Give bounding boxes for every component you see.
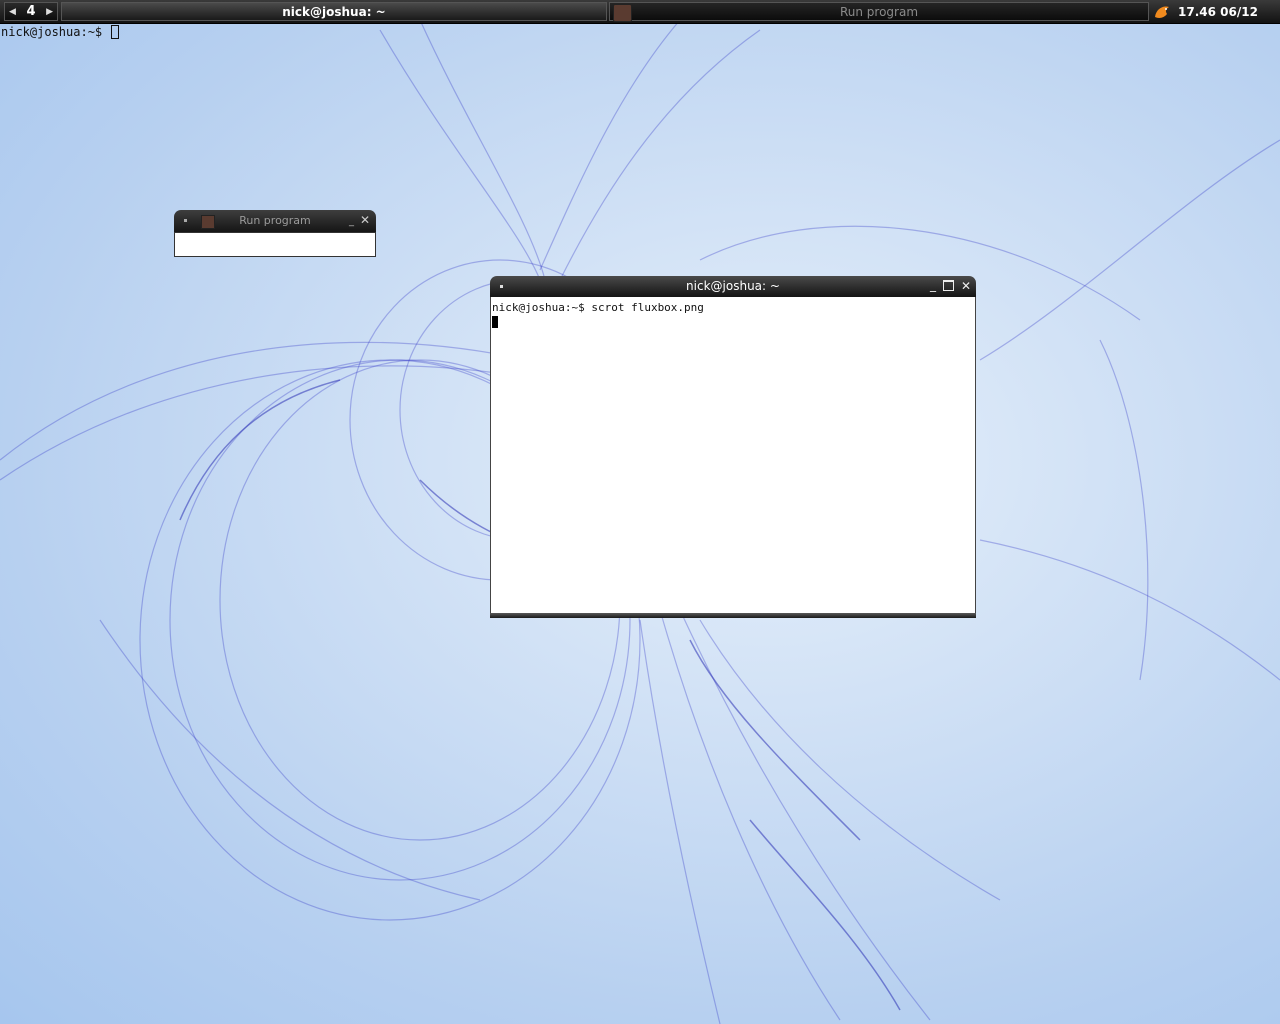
terminal-titlebar[interactable]: nick@joshua: ~ _ ✕ xyxy=(490,276,976,297)
run-program-dialog: Run program _ ✕ xyxy=(174,210,376,257)
run-program-titlebar[interactable]: Run program _ ✕ xyxy=(174,210,376,232)
next-workspace-button[interactable]: ▶ xyxy=(46,7,53,17)
task-terminal-label: nick@joshua: ~ xyxy=(282,4,386,19)
task-run-program-label: Run program xyxy=(839,4,919,19)
prev-workspace-button[interactable]: ◀ xyxy=(9,7,16,17)
task-terminal[interactable]: nick@joshua: ~ xyxy=(61,2,607,21)
tray-app-icon[interactable] xyxy=(1152,3,1172,21)
clock: 17.46 06/12 xyxy=(1178,4,1258,19)
desktop-prompt-text: nick@joshua:~$ xyxy=(1,25,103,39)
resize-handle[interactable] xyxy=(490,613,976,618)
run-program-title: Run program xyxy=(239,214,311,227)
system-tray: 17.46 06/12 xyxy=(1152,2,1276,21)
workspace-number: 4 xyxy=(26,4,36,19)
run-command-input[interactable] xyxy=(174,232,376,257)
terminal-line: nick@joshua:~$ scrot fluxbox.png xyxy=(492,301,704,314)
minimize-button[interactable]: _ xyxy=(349,216,354,227)
terminal-body[interactable]: nick@joshua:~$ scrot fluxbox.png xyxy=(490,297,976,613)
close-button[interactable]: ✕ xyxy=(360,213,370,227)
task-run-program[interactable]: Run program xyxy=(609,2,1149,22)
minimize-button[interactable]: _ xyxy=(930,278,936,292)
desktop-cursor xyxy=(111,25,120,39)
terminal-window: nick@joshua: ~ _ ✕ nick@joshua:~$ scrot … xyxy=(490,276,976,618)
terminal-title: nick@joshua: ~ xyxy=(686,279,780,293)
maximize-button[interactable] xyxy=(943,280,954,291)
workspace-switcher: ◀ 4 ▶ xyxy=(4,2,58,21)
desktop-terminal-prompt[interactable]: nick@joshua:~$ xyxy=(1,25,120,39)
terminal-cursor xyxy=(492,316,498,328)
run-program-icon xyxy=(613,4,632,22)
close-button[interactable]: ✕ xyxy=(961,279,971,293)
toolbar: ◀ 4 ▶ nick@joshua: ~ Run program 17.46 0… xyxy=(0,0,1280,24)
